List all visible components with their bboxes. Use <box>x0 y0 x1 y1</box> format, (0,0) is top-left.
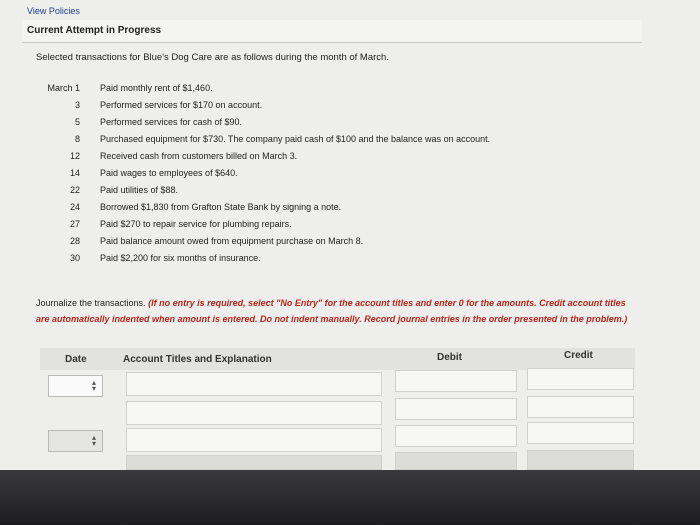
transaction-date: March 1 <box>47 83 80 93</box>
transaction-text: Paid $270 to repair service for plumbing… <box>100 219 292 229</box>
transaction-text: Paid utilities of $88. <box>100 185 179 195</box>
screen: View Policies Current Attempt in Progres… <box>0 0 700 470</box>
debit-input[interactable] <box>395 452 517 470</box>
transaction-date: 24 <box>69 202 80 212</box>
transaction-text: Paid $2,200 for six months of insurance. <box>100 253 261 263</box>
debit-input[interactable] <box>395 398 517 420</box>
column-header-debit: Debit <box>437 352 462 363</box>
transaction-text: Paid monthly rent of $1,460. <box>100 83 213 93</box>
view-policies-link[interactable]: View Policies <box>27 6 80 16</box>
transaction-date: 27 <box>69 219 80 229</box>
transaction-date: 5 <box>74 117 80 127</box>
transaction-date: 22 <box>69 185 80 195</box>
account-title-input[interactable] <box>126 372 382 396</box>
column-header-account: Account Titles and Explanation <box>123 354 272 365</box>
chevron-updown-icon: ▴ ▾ <box>91 378 96 393</box>
debit-input[interactable] <box>395 370 517 392</box>
attempt-bar: Current Attempt in Progress <box>22 20 642 43</box>
credit-input[interactable] <box>527 368 634 390</box>
transaction-text: Paid wages to employees of $640. <box>100 168 238 178</box>
transaction-date: 28 <box>69 236 80 246</box>
journal-table-header: Date Account Titles and Explanation Debi… <box>40 348 635 370</box>
debit-input[interactable] <box>395 425 517 447</box>
credit-input[interactable] <box>527 396 634 418</box>
monitor-bezel <box>0 470 700 525</box>
date-select[interactable]: ▴ ▾ <box>48 430 103 452</box>
chevron-updown-icon: ▴ ▾ <box>91 433 96 448</box>
transaction-text: Performed services for cash of $90. <box>100 117 243 127</box>
date-select[interactable]: ▴ ▾ <box>48 375 103 397</box>
instructions: Journalize the transactions. (If no entr… <box>36 295 636 327</box>
attempt-title: Current Attempt in Progress <box>27 25 162 36</box>
account-title-input[interactable] <box>126 428 382 452</box>
column-header-credit: Credit <box>564 350 593 361</box>
transaction-text: Borrowed $1,830 from Grafton State Bank … <box>100 202 342 212</box>
transaction-date: 8 <box>74 134 80 144</box>
transaction-text: Paid balance amount owed from equipment … <box>100 236 364 246</box>
transaction-date: 30 <box>69 253 80 263</box>
transaction-date: 14 <box>69 168 80 178</box>
column-header-date: Date <box>65 354 87 365</box>
account-title-input[interactable] <box>126 401 382 425</box>
transaction-text: Performed services for $170 on account. <box>100 100 263 110</box>
instructions-lead: Journalize the transactions. <box>36 298 146 308</box>
account-title-input[interactable] <box>126 455 382 470</box>
problem-intro: Selected transactions for Blue's Dog Car… <box>36 52 389 63</box>
transaction-text: Received cash from customers billed on M… <box>100 151 298 161</box>
transaction-date: 3 <box>74 100 80 110</box>
transaction-text: Purchased equipment for $730. The compan… <box>100 134 491 144</box>
credit-input[interactable] <box>527 450 634 470</box>
transaction-date: 12 <box>69 151 80 161</box>
credit-input[interactable] <box>527 422 634 444</box>
